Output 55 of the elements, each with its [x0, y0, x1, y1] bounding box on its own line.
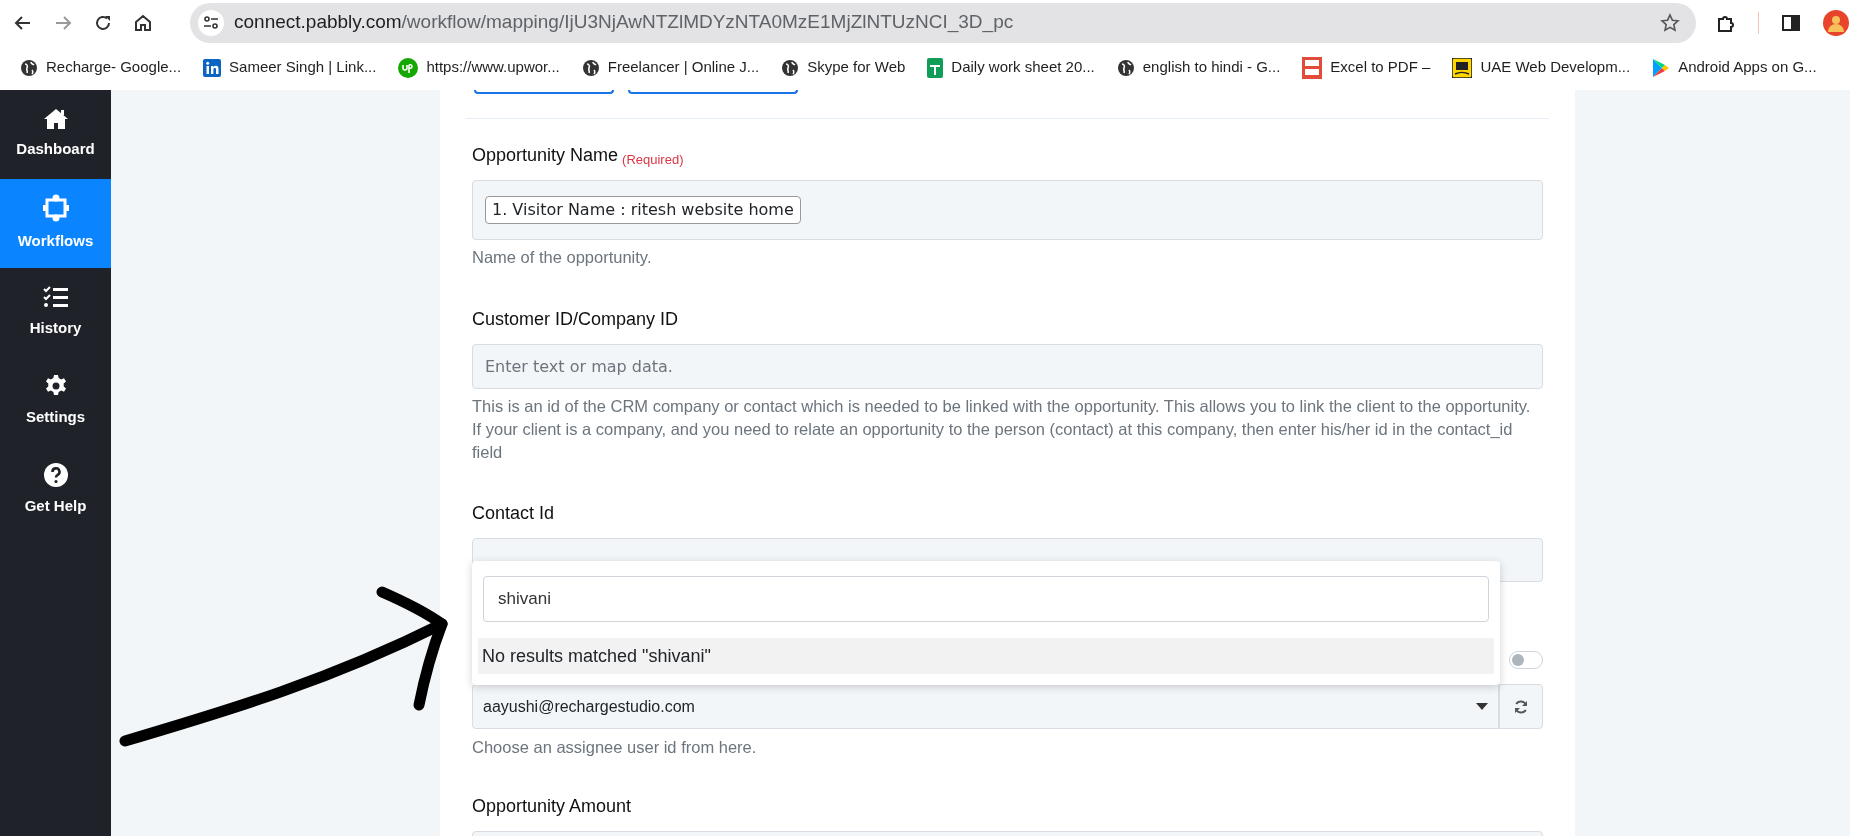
refresh-button[interactable] — [1499, 684, 1543, 729]
side-panel-icon[interactable] — [1781, 12, 1801, 33]
bookmark[interactable]: UAE Web Developm... — [1444, 50, 1639, 85]
field-label: Customer ID/Company ID — [472, 308, 679, 331]
checklist-icon — [42, 285, 69, 310]
mapped-token[interactable]: 1. Visitor Name : ritesh website home — [485, 196, 801, 224]
back-icon[interactable] — [14, 13, 32, 32]
home-icon — [42, 108, 69, 131]
no-results-row: No results matched "shivani" — [478, 638, 1494, 674]
bookmark[interactable]: Sameer Singh | Link... — [195, 50, 385, 85]
star-icon[interactable] — [1660, 12, 1680, 33]
field-label: Opportunity Amount — [472, 795, 632, 818]
search-field[interactable]: shivani — [483, 576, 1489, 622]
bookmark[interactable]: Skype for Web — [773, 50, 914, 85]
input-field[interactable]: 1. Visitor Name : ritesh website home — [472, 180, 1543, 240]
workflow-icon — [42, 194, 69, 223]
input-field[interactable]: Enter text or map data. — [472, 344, 1543, 389]
select-field[interactable]: aayushi@rechargestudio.com — [472, 684, 1499, 729]
globe-icon — [781, 58, 800, 77]
bookmark[interactable]: Excel to PDF – — [1294, 50, 1439, 85]
bookmark[interactable]: Daily work sheet 20... — [919, 50, 1103, 85]
field-label: Contact Id — [472, 502, 555, 525]
home-icon[interactable] — [134, 13, 152, 32]
avatar-icon[interactable] — [1823, 9, 1849, 36]
caret-icon — [1476, 703, 1488, 710]
help-text: Name of the opportunity. — [472, 247, 653, 268]
button[interactable] — [628, 90, 798, 94]
globe-icon — [20, 58, 38, 77]
document-icon — [1302, 56, 1323, 79]
button[interactable] — [474, 90, 614, 94]
bookmark[interactable]: Android Apps on G... — [1644, 50, 1825, 85]
address-bar[interactable]: connect.pabbly.com/workflow/mapping/IjU3NjAwNTZlMDYzNTA0MzE1MjZlNTUzNCI_3D_pc — [190, 2, 1696, 43]
help-icon — [43, 463, 68, 488]
bookmark[interactable]: https://www.upwor... — [390, 50, 568, 85]
help-text: Choose an assignee user id from here. — [472, 737, 758, 758]
reload-icon[interactable] — [94, 13, 112, 32]
bookmark[interactable]: Recharge- Google... — [12, 50, 190, 85]
url-text: connect.pabbly.com/workflow/mapping/IjU3NjAwNTZlMDYzNTA0MzE1MjZlNTUzNCI_3D_pc — [234, 10, 1014, 35]
sidebar-item[interactable]: Workflows — [0, 179, 111, 268]
refresh-icon — [1514, 699, 1528, 714]
help-text: This is an id of the CRM company or contact which is needed to be linked with the opportunity. This allows you to link the client to the opportunity. If your client is a company, and you need to relate an opportunity to the person (contact) at this company, then enter his/her id in the contact_id field — [472, 396, 1532, 463]
globe-icon — [1116, 58, 1135, 77]
directory-logo-icon — [1452, 57, 1473, 78]
spreadsheet-icon — [927, 57, 944, 78]
field-label: Opportunity Name — [472, 144, 619, 167]
globe-icon — [581, 58, 600, 77]
upwork-icon — [398, 57, 419, 78]
forward-icon[interactable] — [54, 13, 72, 32]
linkedin-icon — [203, 58, 222, 77]
bookmark[interactable]: Freelancer | Online J... — [573, 50, 768, 85]
site-settings-icon[interactable] — [203, 15, 219, 30]
required-note: (Required) — [622, 150, 684, 169]
play-icon — [1652, 57, 1671, 78]
bookmark[interactable]: english to hindi - G... — [1108, 50, 1289, 85]
toggle-switch[interactable] — [1509, 651, 1543, 669]
